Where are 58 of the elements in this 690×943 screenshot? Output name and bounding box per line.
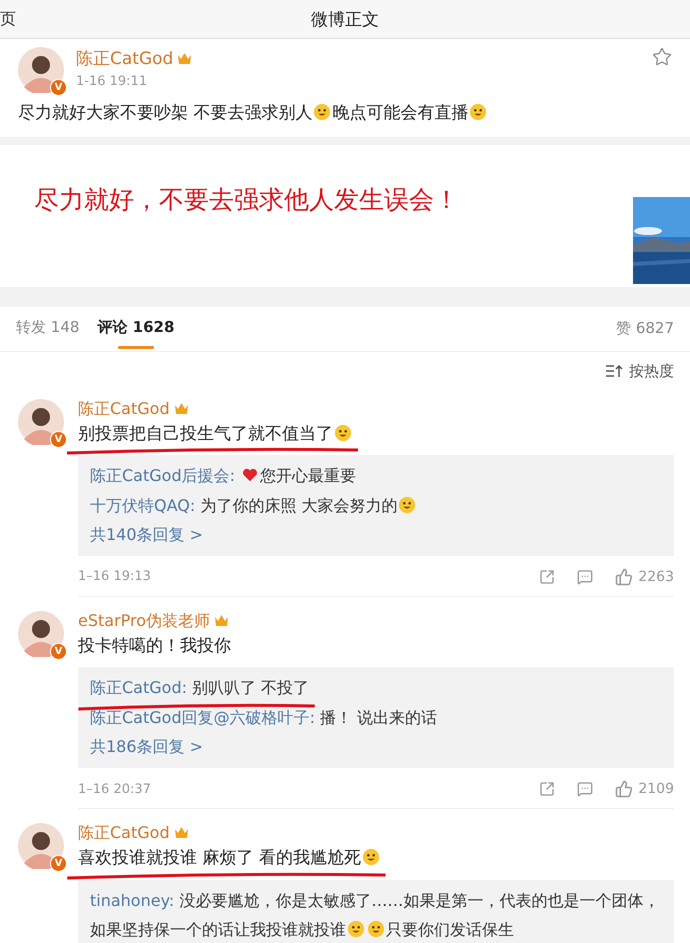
verified-badge: V bbox=[50, 855, 67, 872]
more-replies-link[interactable]: 共186条回复 > bbox=[90, 732, 204, 762]
post-text: 尽力就好大家不要吵架 不要去强求别人 晚点可能会有直播 bbox=[18, 101, 672, 126]
like-count[interactable]: 赞 6827 bbox=[616, 319, 674, 338]
favorite-icon[interactable] bbox=[652, 47, 672, 67]
reply-text: 陈正CatGod回复@六破格叶子: 播！ 说出来的话 bbox=[90, 708, 438, 727]
emoji-icon bbox=[334, 424, 352, 442]
author-name[interactable]: 陈正CatGod bbox=[78, 823, 170, 842]
crown-icon bbox=[214, 614, 230, 627]
emoji-icon bbox=[362, 848, 380, 866]
share-icon bbox=[539, 568, 556, 585]
reply-text: 陈正CatGod后援会: 您开心最重要 bbox=[90, 466, 356, 485]
emoji-icon bbox=[469, 103, 488, 121]
comment-button[interactable] bbox=[577, 568, 594, 585]
tab[interactable]: 转发 148 bbox=[16, 308, 80, 349]
emoji-icon bbox=[313, 103, 332, 121]
comment-button[interactable] bbox=[577, 781, 594, 798]
comment-text: 投卡特噶的！我投你 bbox=[78, 636, 231, 656]
verified-badge: V bbox=[50, 79, 67, 96]
comment-icon bbox=[577, 568, 594, 585]
back-link[interactable]: 页 bbox=[0, 8, 16, 30]
author-name[interactable]: 陈正CatGod bbox=[76, 49, 174, 69]
emoji-icon bbox=[398, 496, 416, 514]
comment-time: 1–16 19:13 bbox=[78, 569, 151, 584]
crown-icon bbox=[177, 52, 192, 65]
share-icon bbox=[539, 781, 556, 798]
emoji-icon bbox=[347, 920, 365, 938]
reply-text: 陈正CatGod: 别叭叭了 不投了 bbox=[90, 678, 310, 698]
thumbs-up-icon bbox=[615, 780, 634, 798]
avatar[interactable] bbox=[18, 398, 64, 444]
heart-icon bbox=[241, 466, 260, 484]
page-title: 微博正文 bbox=[311, 8, 379, 30]
thumbs-up-icon bbox=[615, 568, 634, 586]
post-time: 1-16 19:11 bbox=[76, 74, 148, 89]
author-name[interactable]: 陈正CatGod bbox=[78, 398, 170, 418]
reply-text: 十万伏特QAQ: 为了你的床照 大家会努力的 bbox=[90, 496, 418, 515]
avatar[interactable] bbox=[18, 610, 64, 657]
comment-icon bbox=[577, 781, 594, 798]
share-button[interactable] bbox=[539, 781, 556, 798]
comment-time: 1–16 20:37 bbox=[78, 782, 151, 797]
share-button[interactable] bbox=[539, 568, 556, 585]
verified-badge: V bbox=[50, 642, 67, 660]
more-replies-link[interactable]: 共140条回复 > bbox=[90, 520, 204, 550]
sort-icon bbox=[605, 364, 623, 378]
tab[interactable]: 评论 1628 bbox=[97, 308, 174, 349]
like-button[interactable]: 2263 bbox=[615, 568, 674, 586]
sort-button[interactable]: 按热度 bbox=[605, 362, 674, 380]
comment-text: 别投票把自己投生气了就不值当了 bbox=[78, 424, 353, 444]
crown-icon bbox=[174, 826, 189, 840]
comment-text: 喜欢投谁就投谁 麻烦了 看的我尴尬死 bbox=[78, 848, 381, 868]
image-caption: 尽力就好，不要去强求他人发生误会！ bbox=[34, 184, 460, 216]
crown-icon bbox=[174, 402, 189, 414]
verified-badge: V bbox=[50, 430, 67, 448]
avatar[interactable] bbox=[18, 47, 64, 93]
like-button[interactable]: 2109 bbox=[615, 780, 674, 798]
author-name[interactable]: eStarPro伪装老师 bbox=[78, 610, 210, 630]
avatar[interactable] bbox=[18, 823, 64, 870]
emoji-icon bbox=[367, 920, 385, 938]
